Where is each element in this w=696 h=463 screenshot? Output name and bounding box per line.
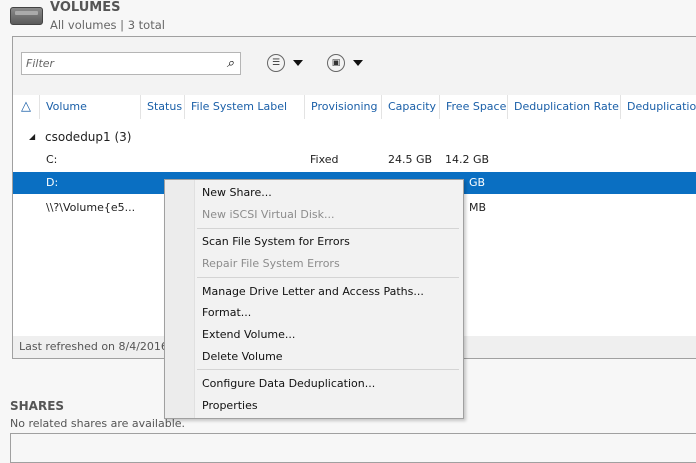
shares-panel (10, 433, 696, 463)
cell-volume: D: (46, 176, 59, 189)
search-icon[interactable]: ⌕ (227, 56, 234, 71)
filter-placeholder: Filter (26, 57, 55, 70)
group-row[interactable]: ◢ csodedup1 (3) (13, 126, 696, 148)
list-options-icon[interactable]: ☰ (267, 54, 285, 72)
menu-item-properties[interactable]: Properties (202, 396, 258, 416)
menu-item-new-share[interactable]: New Share... (202, 183, 272, 203)
cell-volume: \\?\Volume{e5... (46, 201, 136, 214)
page-subtitle: All volumes | 3 total (50, 18, 165, 32)
shares-title: SHARES (10, 399, 65, 413)
drive-icon (10, 7, 43, 25)
menu-item-new-iscsi: New iSCSI Virtual Disk... (202, 208, 335, 221)
menu-item-manage-drive-letter[interactable]: Manage Drive Letter and Access Paths... (202, 282, 424, 302)
column-volume[interactable]: Volume (39, 95, 140, 119)
column-dedup-rate[interactable]: Deduplication Rate (507, 95, 620, 119)
save-icon[interactable]: ▣ (327, 54, 345, 72)
group-label: csodedup1 (3) (45, 130, 132, 144)
column-capacity[interactable]: Capacity (381, 95, 439, 119)
menu-separator (197, 228, 459, 229)
column-provisioning[interactable]: Provisioning (304, 95, 381, 119)
menu-item-scan[interactable]: Scan File System for Errors (202, 232, 350, 252)
cell-free: 14.2 GB (445, 153, 490, 166)
chevron-down-icon[interactable] (353, 60, 363, 66)
menu-item-repair: Repair File System Errors (202, 257, 340, 270)
warning-sort-icon[interactable]: △ (15, 95, 39, 119)
cell-capacity: 24.5 GB (388, 153, 433, 166)
shares-subtitle: No related shares are available. (10, 417, 186, 430)
table-row[interactable]: C: Fixed 24.5 GB 14.2 GB (13, 149, 696, 171)
cell-free: GB (469, 176, 486, 189)
column-status[interactable]: Status (140, 95, 184, 119)
column-dedup[interactable]: Deduplication (620, 95, 696, 119)
filter-input[interactable]: Filter ⌕ (21, 52, 241, 75)
column-headers: △ Volume Status File System Label Provis… (13, 95, 696, 119)
collapse-icon[interactable]: ◢ (29, 126, 35, 148)
menu-item-delete[interactable]: Delete Volume (202, 347, 283, 367)
cell-provisioning: Fixed (310, 153, 339, 166)
chevron-down-icon[interactable] (293, 60, 303, 66)
menu-separator (197, 277, 459, 278)
page-title: VOLUMES (50, 0, 121, 15)
cell-volume: C: (46, 153, 58, 166)
menu-separator (197, 369, 459, 370)
menu-item-extend[interactable]: Extend Volume... (202, 325, 295, 345)
cell-free: MB (469, 201, 487, 214)
context-menu: New Share... New iSCSI Virtual Disk... S… (164, 179, 464, 419)
menu-item-configure-dedup[interactable]: Configure Data Deduplication... (202, 374, 375, 394)
column-free-space[interactable]: Free Space (439, 95, 507, 119)
toolbar: Filter ⌕ ☰ ▣ (13, 37, 696, 95)
column-fs-label[interactable]: File System Label (184, 95, 304, 119)
menu-item-format[interactable]: Format... (202, 303, 251, 323)
menu-gutter (165, 180, 195, 418)
